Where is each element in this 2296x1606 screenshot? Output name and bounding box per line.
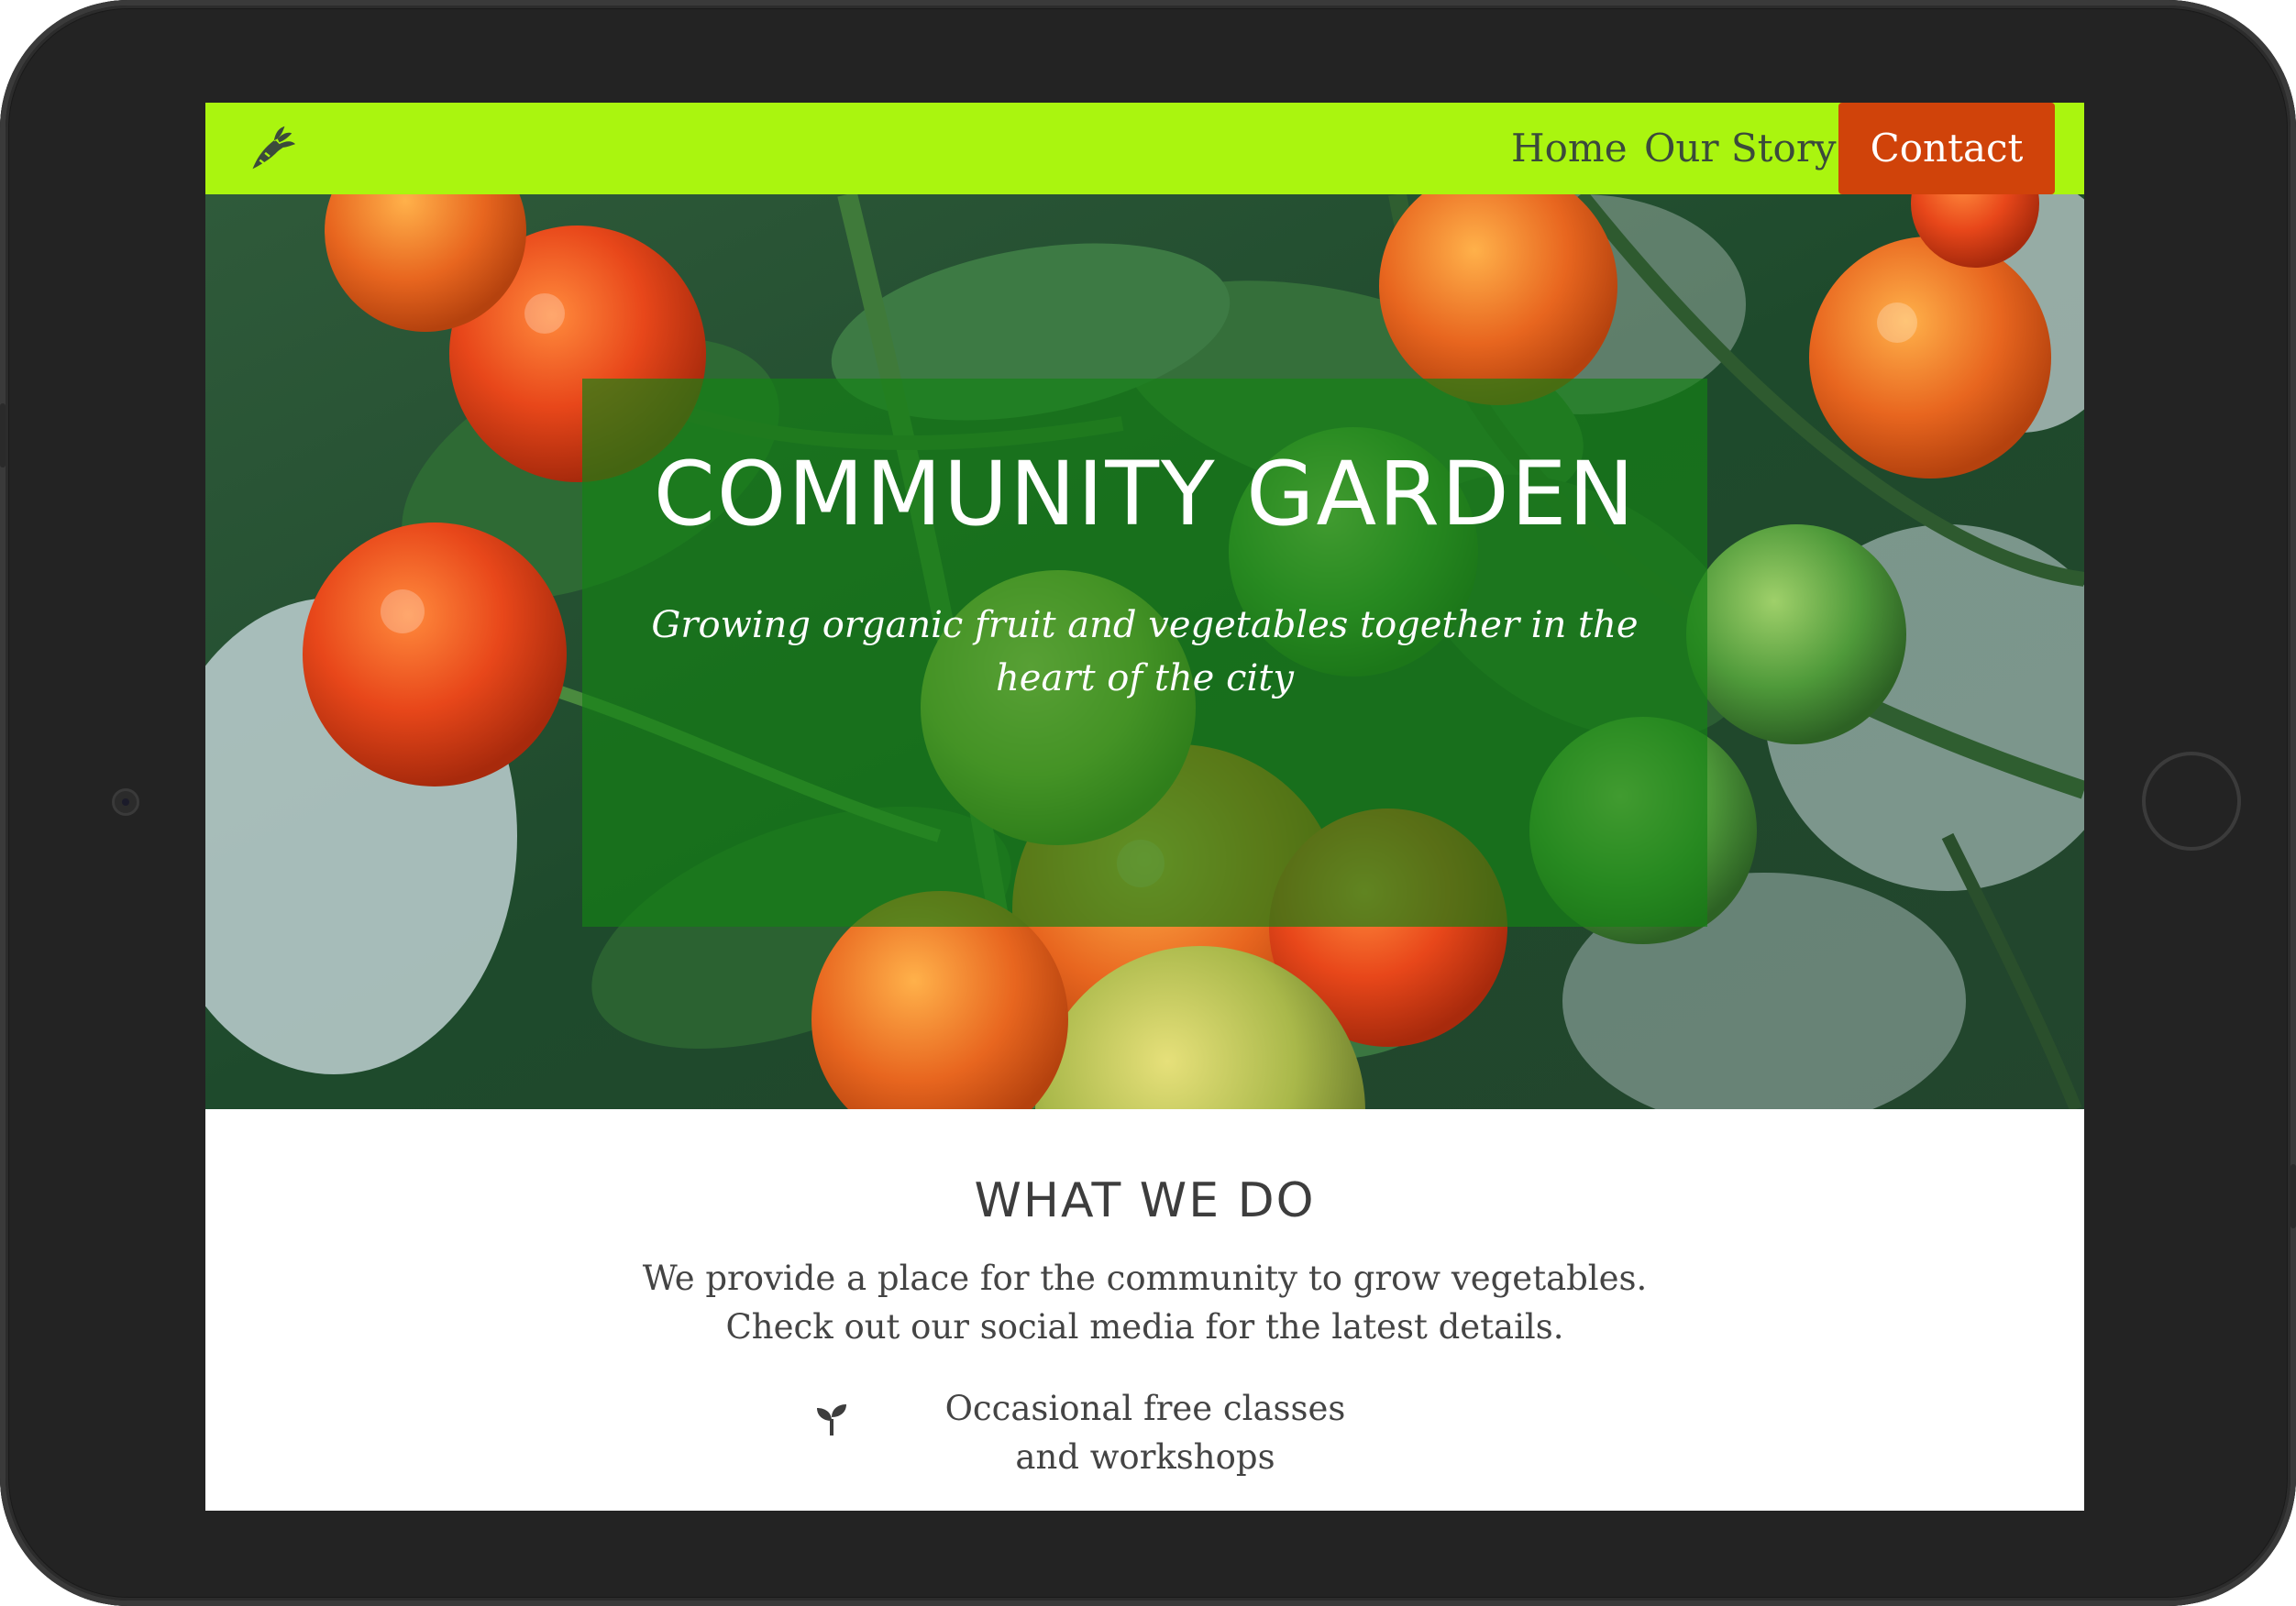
tablet-frame: Home Our Story Contact Us bbox=[0, 0, 2296, 1606]
what-we-do-section: WHAT WE DO We provide a place for the co… bbox=[205, 1109, 2084, 1511]
volume-button bbox=[0, 403, 6, 468]
section-description: We provide a place for the community to … bbox=[642, 1259, 1648, 1347]
section-title: WHAT WE DO bbox=[974, 1173, 1316, 1228]
hero-overlay-box: COMMUNITY GARDEN Growing organic fruit a… bbox=[582, 379, 1707, 927]
nav-link-home[interactable]: Home bbox=[1511, 103, 1628, 194]
power-button bbox=[2290, 1164, 2296, 1228]
nav-link-our-story[interactable]: Our Story bbox=[1644, 103, 1837, 194]
carrot-icon[interactable] bbox=[240, 119, 297, 176]
front-camera bbox=[112, 788, 139, 816]
hero-subtitle: Growing organic fruit and vegetables tog… bbox=[651, 604, 1639, 699]
home-button[interactable] bbox=[2142, 752, 2241, 851]
hero-section: COMMUNITY GARDEN Growing organic fruit a… bbox=[205, 194, 2084, 1109]
web-page-screen: Home Our Story Contact Us bbox=[205, 103, 2084, 1511]
nav-contact-button[interactable]: Contact Us bbox=[1838, 103, 2055, 262]
hero-title: COMMUNITY GARDEN bbox=[653, 443, 1637, 545]
top-navbar: Home Our Story Contact Us bbox=[205, 103, 2084, 262]
feature-item-text: Occasional free classes and workshops bbox=[944, 1389, 1346, 1477]
seedling-icon bbox=[817, 1404, 846, 1436]
